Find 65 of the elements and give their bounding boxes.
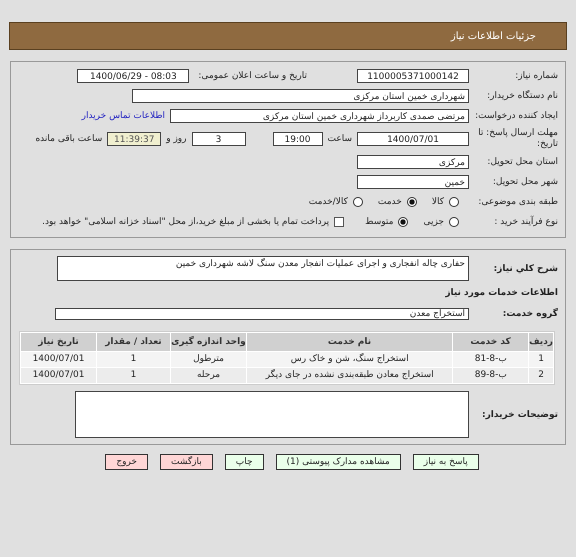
buyer-contact-link[interactable]: اطلاعات تماس خریدار: [82, 111, 165, 121]
service-name-cell: استخراج معادن طبقه‌بندی نشده در جای دیگر: [247, 368, 452, 383]
field-label: گروه خدمت:: [502, 309, 559, 319]
page-title: جزئیات اطلاعات نیاز: [450, 30, 536, 42]
column-header: ردیف: [529, 333, 553, 351]
checkbox-label: پرداخت تمام یا بخشی از مبلغ خرید،از محل "اسناد خزانه اسلامی" خواهد بود.: [42, 217, 330, 227]
column-header: تعداد / مقدار: [96, 333, 170, 351]
code-cell: ب-8-89: [453, 368, 528, 383]
field-label: شهر محل تحویل:: [492, 177, 559, 187]
option-label: کالا: [432, 197, 444, 207]
field-label: استان محل تحویل:: [486, 157, 559, 167]
action-button[interactable]: چاپ: [224, 454, 264, 470]
option-label: جزیی: [423, 217, 444, 227]
announce-date-field: 1400/06/29 - 08:03: [77, 69, 190, 83]
remaining-label: ساعت باقی مانده: [35, 134, 102, 144]
radio-button[interactable]: [352, 197, 363, 207]
radio-button[interactable]: [449, 217, 459, 227]
deadline-time-field: 19:00: [272, 132, 322, 146]
section-heading: اطلاعات خدمات مورد نیاز: [444, 287, 559, 300]
buyer-field: شهرداری خمین استان مرکزی: [132, 89, 469, 103]
unit-cell: مترطول: [171, 352, 246, 367]
field-label: نوع فرآیند خرید :: [493, 217, 559, 227]
action-button[interactable]: مشاهده مدارک پیوستی (1): [276, 454, 401, 470]
remaining-time-field: 11:39:37: [107, 132, 162, 146]
quantity-cell: 1: [97, 352, 170, 367]
unit-cell: مرحله: [171, 368, 246, 383]
code-cell: ب-8-81: [453, 352, 528, 367]
field-label: شرح کلي نياز:: [492, 263, 559, 274]
service-group-field: استخراج معدن: [55, 308, 469, 320]
days-label: روز و: [166, 134, 186, 144]
field-label: توضیحات خریدار:: [481, 410, 559, 420]
service-name-cell: استخراج سنگ، شن و خاک رس: [247, 352, 452, 367]
column-header: نام خدمت: [246, 333, 452, 351]
city-field: خمین: [357, 175, 469, 189]
column-header: واحد اندازه گیری: [170, 333, 246, 351]
description-field: حفاری چاله انفجاری و اجرای عملیات انفجار معدن سنگ لاشه شهرداری خمین: [57, 256, 469, 281]
field-label: تاریخ و ساعت اعلان عمومی:: [198, 71, 307, 81]
field-label: نام دستگاه خریدار:: [486, 91, 559, 101]
date-cell: 1400/07/01: [21, 368, 96, 383]
date-cell: 1400/07/01: [21, 352, 96, 367]
column-header: کد خدمت: [453, 333, 528, 351]
action-button[interactable]: خروج: [105, 454, 148, 470]
deadline-date-field: 1400/07/01: [357, 132, 469, 146]
radio-button[interactable]: [406, 197, 417, 207]
option-label: متوسط: [365, 217, 394, 227]
field-label: مهلت ارسال پاسخ: تا تاریخ:: [477, 128, 559, 150]
days-field: 3: [192, 132, 246, 146]
row-number-cell: 2: [529, 368, 553, 383]
need-number-field: 1100005371000142: [357, 69, 469, 83]
quantity-cell: 1: [97, 368, 170, 383]
option-label: کالا/خدمت: [308, 197, 348, 207]
field-label: ایجاد کننده درخواست:: [474, 111, 559, 121]
action-button[interactable]: بازگشت: [160, 454, 213, 470]
row-number-cell: 1: [529, 352, 553, 367]
field-label: شماره نیاز:: [514, 71, 559, 81]
column-header: تاریخ نیاز: [21, 333, 96, 351]
time-label: ساعت: [328, 134, 352, 144]
option-label: خدمت: [378, 197, 402, 207]
requester-field: مرتضی صمدی کاربرداز شهرداری خمین استان مرکزی: [170, 109, 469, 123]
field-label: طبقه بندی موضوعی:: [477, 197, 559, 207]
radio-button[interactable]: [398, 217, 408, 227]
checkbox[interactable]: [334, 217, 344, 227]
province-field: مرکزی: [357, 155, 469, 169]
action-button[interactable]: پاسخ به نیاز: [412, 454, 479, 470]
radio-button[interactable]: [449, 197, 459, 207]
